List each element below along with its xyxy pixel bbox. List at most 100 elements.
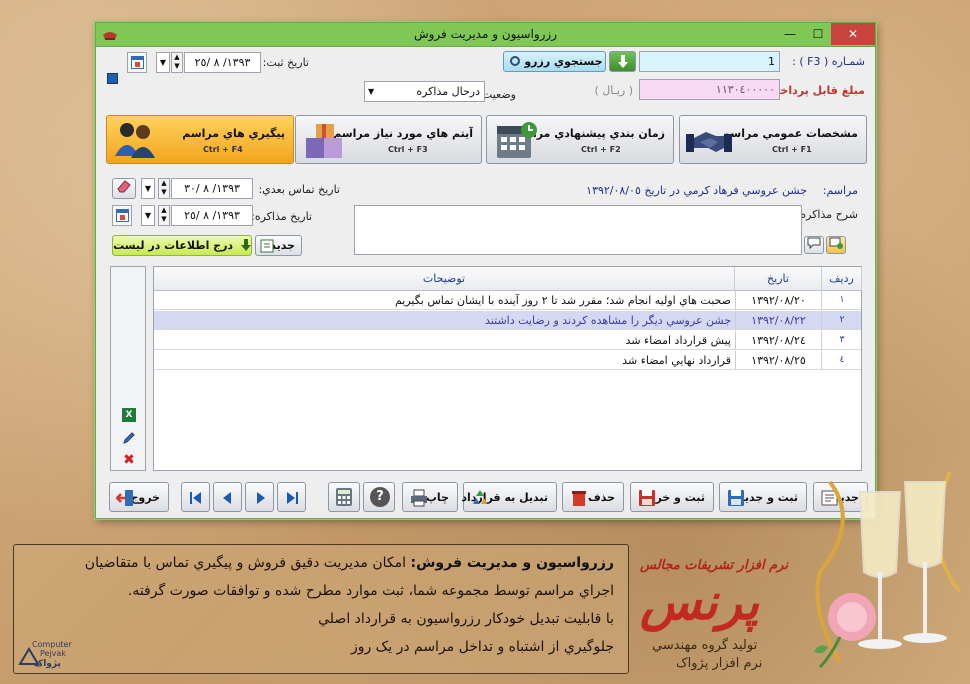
save-and-new-button[interactable]: ثبت و جديد — [719, 482, 807, 512]
note-add-button[interactable] — [826, 236, 846, 254]
table-row[interactable]: ٢ ١٣٩٢/٠٨/٢٢ جشن عروسي ديگر را مشاهده كر… — [154, 311, 861, 330]
comment-icon — [807, 237, 821, 250]
caption-line-2: اجراي مراسم توسط مجموعه شما، ثبت موارد م… — [127, 583, 614, 599]
negotiation-date-dropdown[interactable]: ▼ — [141, 205, 155, 226]
new-note-button[interactable]: جديد — [255, 235, 302, 256]
next-contact-field[interactable]: ١٣٩٣/ ٨ /٣٠ — [171, 178, 253, 199]
form-new-icon — [260, 239, 274, 253]
negotiation-calendar-button[interactable] — [112, 205, 132, 226]
calculator-button[interactable] — [328, 482, 360, 512]
column-header-row[interactable]: رديف — [822, 267, 862, 291]
table-row[interactable]: ٣ ١٣٩٢/٠٨/٢٤ پيش قرارداد امضاء شد — [154, 331, 861, 350]
negotiation-date-spinner[interactable]: ▲ ▼ — [158, 205, 170, 226]
boxes-icon — [306, 124, 342, 158]
exit-door-icon — [116, 490, 133, 506]
champagne-glasses-illustration — [814, 471, 962, 669]
tab-followups[interactable]: پيگيري هاي مراسم Ctrl + F4 — [106, 115, 294, 164]
ceremony-label: مراسم: — [822, 184, 858, 197]
table-header: رديف تاريخ توضيحات — [154, 267, 862, 291]
description-label: شرح مذاكره: — [796, 208, 858, 221]
number-field[interactable]: 1 — [639, 51, 780, 72]
next-icon — [257, 492, 265, 504]
calculator-icon — [336, 488, 352, 506]
next-record-button[interactable] — [245, 482, 274, 512]
title-bar[interactable]: رزرواسيون و مديريت فروش — ☐ ✕ — [96, 23, 875, 47]
number-label: شمـاره ( F3 ) : — [792, 55, 865, 68]
down-arrow-button[interactable] — [609, 51, 636, 72]
maximize-button[interactable]: ☐ — [803, 23, 833, 45]
delete-button[interactable]: حذف — [562, 482, 624, 512]
status-select[interactable]: درحال مذاكره ▼ — [364, 81, 485, 102]
trash-icon — [572, 491, 586, 506]
followups-table[interactable]: رديف تاريخ توضيحات ١ ١٣٩٢/٠٨/٢٠ صحبت هاي… — [153, 266, 862, 471]
next-contact-label: تاريخ تماس بعدي: — [258, 183, 340, 196]
ceremony-value: جشن عروسي فرهاد كرمي در تاريخ ١٣٩٢/٠٨/٠٥ — [586, 184, 807, 197]
excel-export-icon[interactable]: X — [122, 408, 136, 422]
save-icon — [639, 490, 655, 506]
negotiation-date-field[interactable]: ١٣٩٣/ ٨ /٢٥ — [171, 205, 253, 226]
save-and-exit-button[interactable]: ثبت و خروج — [630, 482, 714, 512]
caption-line-4: جلوگيري از اشتباه و تداخل مراسم در يک رو… — [350, 639, 614, 655]
previous-record-button[interactable] — [213, 482, 242, 512]
arrow-down-icon — [617, 55, 628, 68]
brand-product-name: پرنس — [640, 573, 760, 631]
comment-button[interactable] — [804, 236, 824, 254]
pencil-icon[interactable] — [122, 431, 136, 445]
brand-producer-1: توليد گروه مهندسي — [652, 638, 758, 653]
grid-side-toolbar: X ✖ — [110, 266, 146, 471]
previous-icon — [223, 492, 231, 504]
eraser-button[interactable] — [112, 178, 136, 199]
column-header-date[interactable]: تاريخ — [735, 267, 822, 291]
convert-to-contract-button[interactable]: تبديل به قرارداد — [461, 482, 557, 512]
calendar-icon — [497, 122, 537, 158]
close-button[interactable]: ✕ — [831, 23, 875, 45]
exit-button[interactable]: خروج — [109, 482, 169, 512]
first-icon — [193, 492, 201, 504]
recycle-icon — [473, 490, 487, 504]
tab-general-info[interactable]: مشخصات عمومي مراسم Ctrl + F1 — [679, 115, 867, 164]
table-row[interactable]: ١ ١٣٩٢/٠٨/٢٠ صحبت هاي اوليه انجام شد؛ مق… — [154, 291, 861, 310]
brand-tagline: نرم افزار تشريفات مجالس — [640, 558, 788, 573]
next-contact-dropdown[interactable]: ▼ — [141, 178, 155, 199]
reservation-window: رزرواسيون و مديريت فروش — ☐ ✕ شمـاره ( F… — [95, 22, 876, 519]
people-icon — [115, 123, 155, 158]
caption-line-1: رزرواسيون و مديريت فروش: امكان مديريت دق… — [84, 555, 614, 571]
calendar-icon — [116, 209, 129, 222]
description-textarea[interactable] — [354, 205, 802, 255]
window-title: رزرواسيون و مديريت فروش — [413, 27, 558, 41]
tab-required-items[interactable]: آيتم هاي مورد نياز مراسم Ctrl + F3 — [295, 115, 482, 164]
column-header-description[interactable]: توضيحات — [154, 267, 735, 291]
tab-scheduling[interactable]: زمان بندي پيشنهادي مراسم Ctrl + F2 — [486, 115, 674, 164]
last-icon — [287, 492, 295, 504]
help-icon: ? — [370, 487, 390, 507]
arrow-down-icon — [240, 239, 251, 251]
negotiation-date-label: تاريخ مذاكره: — [251, 210, 312, 223]
delete-x-icon[interactable]: ✖ — [122, 453, 136, 467]
reg-date-label: تاريخ ثبت: — [262, 56, 309, 69]
note-icon — [829, 237, 843, 249]
reg-date-calendar-button[interactable] — [127, 52, 147, 73]
table-row[interactable]: ٤ ١٣٩٢/٠٨/٢٥ قرارداد نهايي امضاء شد — [154, 351, 861, 370]
eraser-icon — [117, 180, 131, 193]
reg-date-dropdown[interactable]: ▼ — [156, 52, 170, 73]
last-record-button[interactable] — [277, 482, 306, 512]
reg-date-spinner[interactable]: ▲ ▼ — [171, 52, 183, 73]
help-button[interactable]: ? — [363, 482, 395, 512]
print-button[interactable]: چاپ — [402, 482, 458, 512]
search-reservation-button[interactable]: جستجوي رزرو — [503, 51, 606, 72]
feature-caption: رزرواسيون و مديريت فروش: امكان مديريت دق… — [13, 544, 629, 674]
save-icon — [728, 490, 744, 506]
insert-into-list-button[interactable]: درج اطلاعات در ليست — [112, 235, 252, 256]
handshake-icon — [686, 132, 732, 152]
chevron-down-icon: ▼ — [368, 87, 375, 96]
next-contact-spinner[interactable]: ▲ ▼ — [158, 178, 170, 199]
pejvak-logo: Computer Pejvak پژواک — [18, 640, 78, 680]
amount-field: ١١٣٠٤٠٠٠٠٠ — [639, 79, 780, 100]
save-disk-icon[interactable] — [107, 73, 118, 84]
amount-unit: ( ريـال ) — [594, 84, 633, 97]
first-record-button[interactable] — [181, 482, 210, 512]
minimize-button[interactable]: — — [775, 23, 805, 45]
caption-line-3: با قابليت تبديل خودكار رزرواسيون به قرار… — [318, 611, 614, 627]
reg-date-field[interactable]: ١٣٩٣/ ٨ /٢٥ — [184, 52, 261, 73]
brand-producer-2: نرم افزار پژواک — [676, 656, 763, 671]
